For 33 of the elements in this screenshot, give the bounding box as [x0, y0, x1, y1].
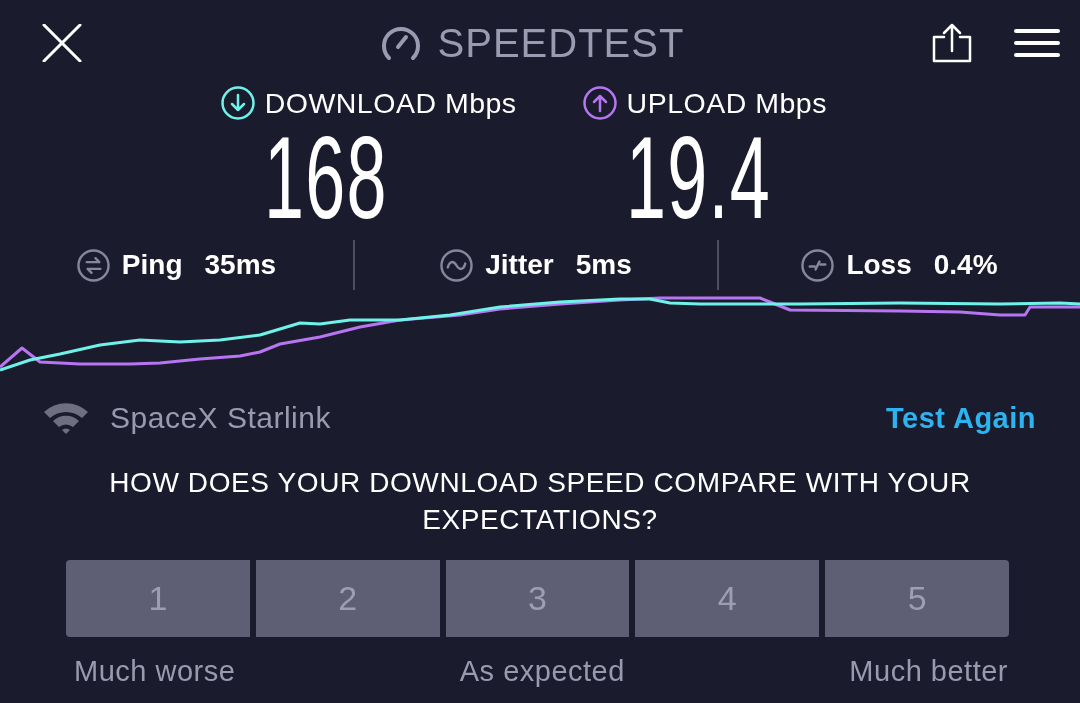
- metric-label: Loss: [846, 249, 912, 281]
- wave-circle-icon: [440, 248, 474, 282]
- scale-label: As expected: [459, 655, 625, 688]
- rating-option[interactable]: 3: [445, 560, 630, 637]
- rating-option[interactable]: 2: [255, 560, 440, 637]
- network-name: SpaceX Starlink: [110, 401, 331, 435]
- metric-value: 35ms: [204, 249, 277, 281]
- metric-value: 5ms: [575, 249, 632, 281]
- close-icon: [42, 24, 82, 62]
- wifi-icon: [42, 401, 90, 435]
- metric-label: Jitter: [485, 249, 554, 281]
- arrows-circle-icon: [76, 248, 110, 282]
- result-label: UPLOAD Mbps: [626, 86, 827, 120]
- scale-label: Much worse: [74, 655, 236, 688]
- menu-button[interactable]: [1014, 28, 1060, 58]
- share-button[interactable]: [932, 23, 972, 63]
- rating-option[interactable]: 4: [635, 560, 820, 637]
- metric-label: Ping: [121, 249, 183, 281]
- share-icon: [932, 23, 972, 63]
- menu-icon: [1014, 28, 1060, 58]
- result-value: 19.4: [625, 120, 771, 236]
- broken-line-circle-icon: [801, 248, 835, 282]
- rating-option[interactable]: 1: [66, 560, 250, 637]
- metric-value: 0.4%: [933, 249, 998, 281]
- app-title: SPEEDTEST: [437, 20, 685, 66]
- result-label: DOWNLOAD Mbps: [264, 86, 517, 120]
- close-button[interactable]: [42, 24, 82, 62]
- scale-label: Much better: [849, 655, 1008, 688]
- gauge-icon: [379, 25, 422, 61]
- result-value: 168: [263, 120, 388, 236]
- rating-option[interactable]: 5: [825, 560, 1009, 637]
- survey-question: HOW DOES YOUR DOWNLOAD SPEED COMPARE WITH YOUR EXPECTATIONS?: [108, 466, 972, 537]
- test-again-link[interactable]: Test Again: [886, 401, 1036, 435]
